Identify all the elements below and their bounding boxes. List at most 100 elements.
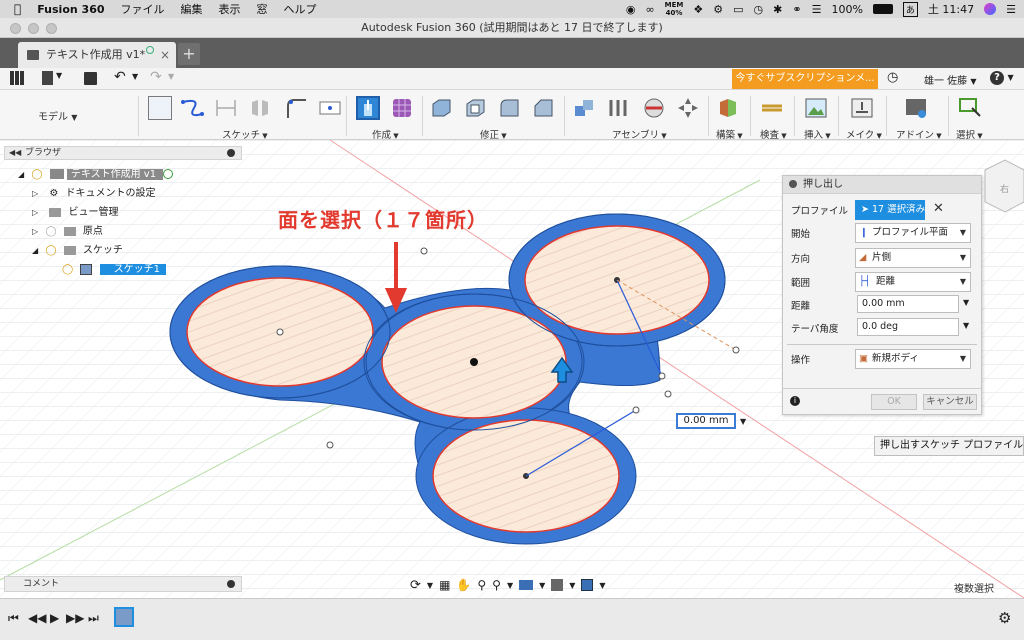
comments-options-icon[interactable]: [227, 580, 235, 588]
menu-help[interactable]: ヘルプ: [284, 1, 317, 17]
fillet-icon[interactable]: [284, 96, 308, 120]
distance-chevron-down-icon[interactable]: ▼: [963, 298, 969, 307]
form-icon[interactable]: [390, 96, 414, 120]
menu-view[interactable]: 表示: [219, 1, 241, 17]
tree-item-sketches[interactable]: ◢ ◯ スケッチ: [32, 243, 123, 259]
dimension-icon[interactable]: [214, 96, 238, 120]
spline-icon[interactable]: [180, 96, 204, 120]
browser-panel-header[interactable]: ◀◀ ブラウザ: [4, 146, 242, 160]
chamfer-icon[interactable]: [532, 96, 556, 120]
view-cube[interactable]: 右: [984, 159, 1024, 213]
help-button[interactable]: ? ▼: [990, 70, 1014, 85]
ime-indicator[interactable]: あ: [902, 1, 918, 17]
orbit-icon[interactable]: ⟳: [410, 578, 421, 593]
display-chevron-down-icon[interactable]: ▼: [539, 581, 545, 590]
insert-image-icon[interactable]: [804, 96, 828, 120]
timeline-sketch-feature-icon[interactable]: [114, 607, 134, 627]
info-icon[interactable]: i: [790, 396, 800, 406]
profile-selection-button[interactable]: ➤ 17 選択済み: [855, 200, 925, 220]
clear-selection-icon[interactable]: ✕: [933, 201, 944, 216]
fit-icon[interactable]: ⚲: [492, 578, 501, 592]
dialog-collapse-icon[interactable]: [789, 180, 797, 188]
zoom-icon[interactable]: ⚲: [477, 578, 486, 592]
measure-icon[interactable]: [760, 96, 784, 120]
menu-window[interactable]: 窓: [257, 1, 268, 17]
expand-icon[interactable]: ▷: [32, 208, 38, 217]
sketch-point[interactable]: [658, 372, 666, 380]
browser-options-icon[interactable]: [227, 149, 235, 157]
subscribe-button[interactable]: 今すぐサブスクリプションメ...: [732, 69, 878, 89]
user-account-menu[interactable]: 雄一 佐藤 ▼: [924, 72, 977, 87]
3d-print-icon[interactable]: [850, 96, 874, 120]
fillet-body-icon[interactable]: [498, 96, 522, 120]
viewports-icon[interactable]: [581, 579, 594, 591]
close-window-button[interactable]: [10, 23, 21, 34]
orbit-chevron-down-icon[interactable]: ▼: [427, 581, 433, 590]
sketch-point[interactable]: [326, 441, 334, 449]
new-component-icon[interactable]: [572, 96, 596, 120]
tree-item-sketch1[interactable]: ◯ スケッチ1: [62, 262, 166, 278]
joint-icon[interactable]: [606, 96, 630, 120]
inspect-group-menu[interactable]: 検査 ▼: [760, 127, 787, 141]
create-group-menu[interactable]: 作成 ▼: [372, 127, 399, 141]
expand-icon[interactable]: ▷: [32, 227, 38, 236]
job-status-clock-icon[interactable]: ◷: [887, 70, 898, 85]
airplay-icon[interactable]: ▭: [733, 3, 743, 16]
insert-group-menu[interactable]: 挿入 ▼: [804, 127, 831, 141]
sketch-point-icon[interactable]: [318, 96, 342, 120]
menu-app-name[interactable]: Fusion 360: [37, 3, 104, 16]
sketch-point[interactable]: [664, 390, 672, 398]
drive-joints-icon[interactable]: [676, 96, 700, 120]
lightbulb-icon[interactable]: ◯: [45, 245, 56, 256]
sketch-point[interactable]: [632, 406, 640, 414]
fit-chevron-down-icon[interactable]: ▼: [507, 581, 513, 590]
bluetooth-icon[interactable]: ✱: [773, 3, 782, 16]
new-tab-button[interactable]: +: [178, 43, 200, 65]
look-at-icon[interactable]: ▦: [439, 578, 450, 592]
sketch-group-menu[interactable]: スケッチ ▼: [222, 127, 268, 141]
time-machine-icon[interactable]: ◷: [754, 3, 764, 16]
zoom-window-button[interactable]: [46, 23, 57, 34]
comments-panel[interactable]: コメント: [4, 576, 242, 592]
mirror-icon[interactable]: [248, 96, 272, 120]
construct-plane-icon[interactable]: [716, 96, 740, 120]
gear-icon[interactable]: ⚙: [713, 3, 723, 16]
dropbox-icon[interactable]: ❖: [693, 3, 703, 16]
sketch-point[interactable]: [420, 247, 428, 255]
timeline-settings-gear-icon[interactable]: ⚙: [998, 609, 1011, 627]
go-to-start-icon[interactable]: ⏮: [8, 611, 19, 626]
grid-settings-icon[interactable]: [551, 579, 564, 591]
ok-button[interactable]: OK: [871, 394, 917, 410]
workspace-switcher[interactable]: モデル ▼: [38, 108, 77, 123]
active-radio-icon[interactable]: [163, 169, 174, 179]
app-grid-icon[interactable]: [10, 71, 24, 85]
shell-icon[interactable]: [464, 96, 488, 120]
notification-center-icon[interactable]: ☰: [1006, 3, 1016, 16]
center-point-main[interactable]: [470, 358, 478, 366]
close-tab-icon[interactable]: ×: [160, 42, 170, 68]
scripts-addins-icon[interactable]: [904, 96, 928, 120]
center-point-left[interactable]: [276, 328, 284, 336]
undo-icon[interactable]: ↶: [114, 69, 126, 85]
expand-icon[interactable]: ◢: [18, 170, 24, 179]
go-to-end-icon[interactable]: ⏭: [88, 611, 99, 626]
extrude-icon[interactable]: [356, 96, 380, 120]
press-pull-icon[interactable]: [430, 96, 454, 120]
grid-chevron-down-icon[interactable]: ▼: [569, 581, 575, 590]
redo-icon[interactable]: ↷: [150, 69, 162, 85]
select-group-menu[interactable]: 選択 ▼: [956, 127, 983, 141]
display-settings-icon[interactable]: [519, 580, 534, 590]
start-select[interactable]: ❙ プロファイル平面 ▼: [855, 223, 971, 243]
operation-select[interactable]: ▣ 新規ボディ ▼: [855, 349, 971, 369]
cancel-button[interactable]: キャンセル: [923, 394, 977, 410]
menu-edit[interactable]: 編集: [181, 1, 203, 17]
clock[interactable]: 土 11:47: [928, 1, 974, 17]
creative-cloud-icon[interactable]: ∞: [645, 3, 654, 16]
motion-link-icon[interactable]: [642, 96, 666, 120]
extent-select[interactable]: ├┤ 距離 ▼: [855, 272, 971, 292]
document-tab[interactable]: テキスト作成用 v1* ×: [18, 42, 176, 68]
battery-text[interactable]: 100%: [831, 3, 862, 16]
expand-icon[interactable]: ▷: [32, 189, 38, 198]
sketch-point[interactable]: [732, 346, 740, 354]
record-icon[interactable]: ◉: [626, 3, 636, 16]
